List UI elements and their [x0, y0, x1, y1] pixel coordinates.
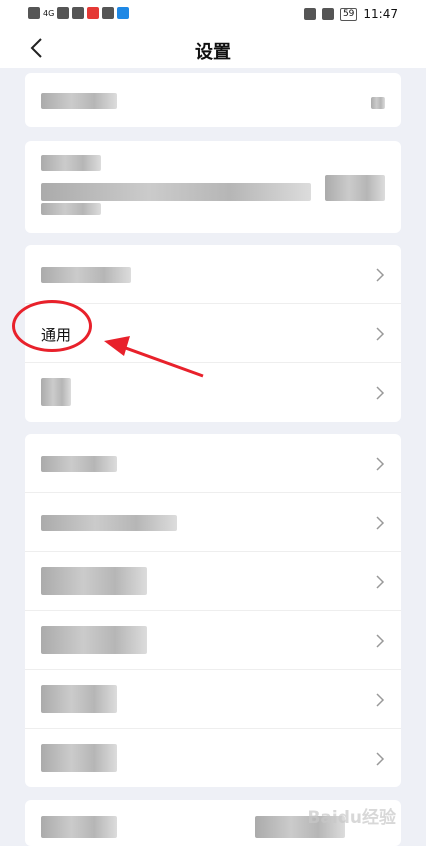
annotation-arrow-icon — [104, 336, 204, 378]
watermark: Baidu经验 — [307, 808, 396, 828]
